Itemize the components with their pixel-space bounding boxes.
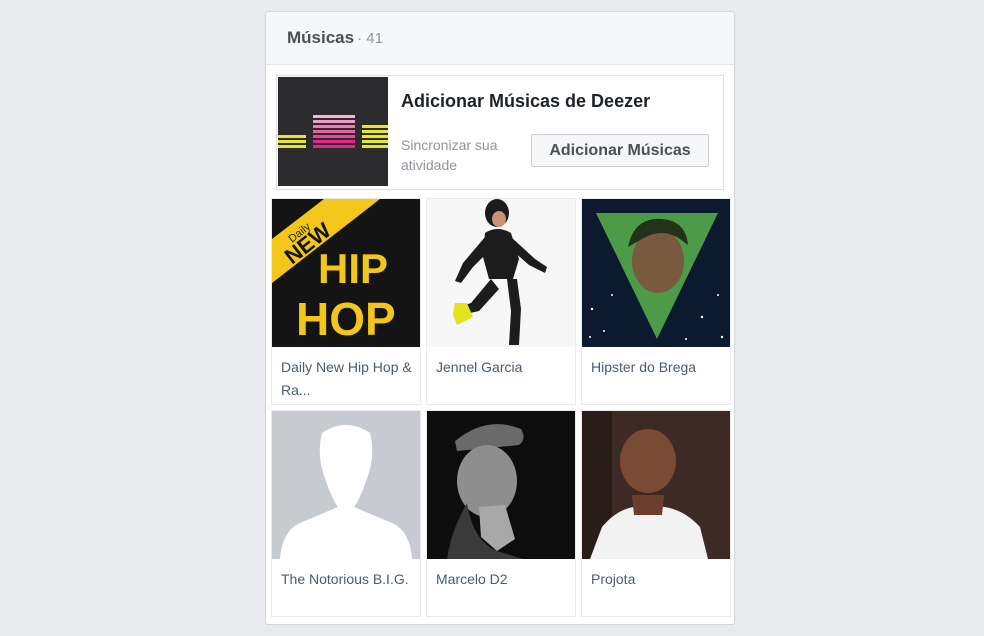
music-grid: Daily NEW HIP HOP Daily New Hip Hop & Ra… — [271, 198, 733, 617]
tile-label[interactable]: Hipster do Brega — [582, 347, 730, 379]
music-tile[interactable]: Hipster do Brega — [581, 198, 731, 405]
artist-photo[interactable] — [582, 199, 730, 347]
tile-label[interactable]: Daily New Hip Hop & Ra... — [272, 347, 420, 402]
tile-label[interactable]: Marcelo D2 — [427, 559, 575, 591]
cover-line1: HIP — [318, 245, 388, 292]
deezer-logo-icon[interactable] — [278, 77, 388, 186]
section-count: · 41 — [357, 29, 383, 47]
music-tile[interactable]: Marcelo D2 — [426, 410, 576, 617]
music-panel: Músicas · 41 Adicionar Músicas de Deezer… — [265, 11, 735, 625]
tile-label[interactable]: Projota — [582, 559, 730, 591]
deezer-subtitle: Sincronizar sua atividade — [401, 137, 498, 173]
cover-image[interactable]: Daily NEW HIP HOP — [272, 199, 420, 347]
panel-header: Músicas · 41 — [266, 12, 734, 65]
artist-photo[interactable] — [427, 411, 575, 559]
tile-label[interactable]: The Notorious B.I.G. — [272, 559, 420, 591]
artist-photo[interactable] — [427, 199, 575, 347]
deezer-title[interactable]: Adicionar Músicas de Deezer — [401, 91, 650, 112]
default-avatar-icon[interactable] — [272, 411, 420, 559]
add-music-button[interactable]: Adicionar Músicas — [531, 134, 709, 167]
cover-line2: HOP — [296, 293, 396, 345]
deezer-promo-card: Adicionar Músicas de Deezer Sincronizar … — [276, 75, 724, 190]
section-title[interactable]: Músicas — [287, 28, 354, 48]
tile-label[interactable]: Jennel Garcia — [427, 347, 575, 379]
music-tile[interactable]: The Notorious B.I.G. — [271, 410, 421, 617]
music-tile[interactable]: Jennel Garcia — [426, 198, 576, 405]
artist-photo[interactable] — [582, 411, 730, 559]
music-tile[interactable]: Daily NEW HIP HOP Daily New Hip Hop & Ra… — [271, 198, 421, 405]
music-tile[interactable]: Projota — [581, 410, 731, 617]
